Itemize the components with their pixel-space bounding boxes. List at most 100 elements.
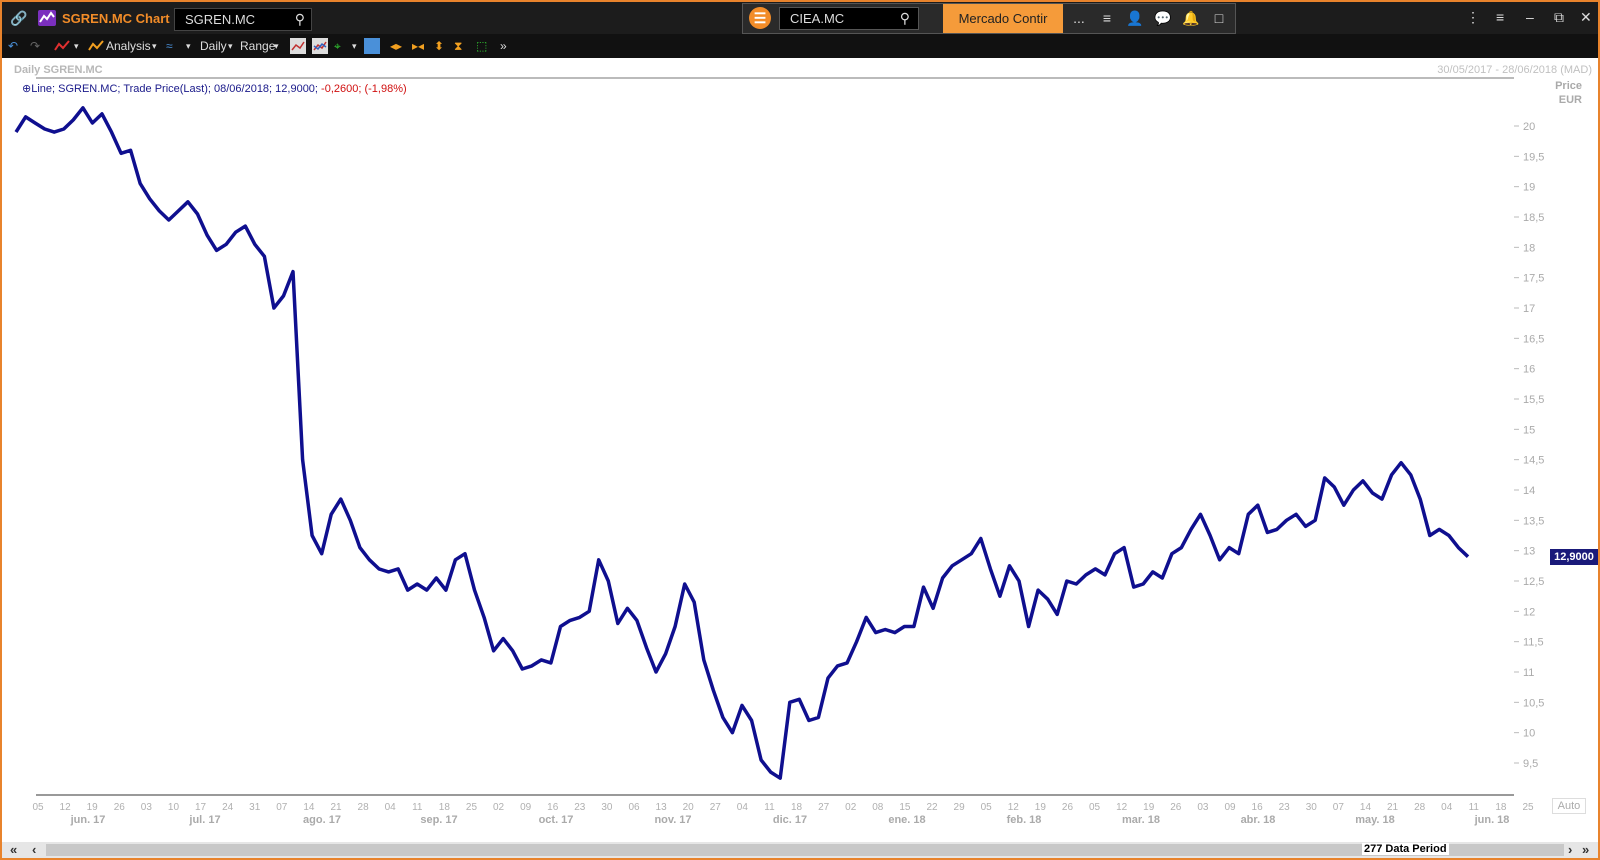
x-tick-label: 05 [32,802,44,813]
analysis-button[interactable]: Analysis [106,38,151,54]
select-region-icon[interactable]: ⬚ [476,38,487,54]
scroll-left-right-icon[interactable]: ◂▸ [390,38,402,54]
x-tick-label: 29 [954,802,966,813]
price-series-line [14,106,1470,780]
chevron-down-icon[interactable]: ▾ [74,38,79,54]
y-tick-label: 12,5 [1523,576,1544,588]
chevron-down-icon[interactable]: ▾ [228,38,233,54]
global-search-input[interactable]: CIEA.MC ⚲ [779,7,919,30]
y-tick-label: 18,5 [1523,212,1544,224]
ric-input[interactable]: SGREN.MC ⚲ [174,8,312,31]
time-scrollbar[interactable]: « ‹ 277 Data Period › » [2,842,1598,858]
hamburger-menu-icon[interactable]: ≡ [1496,9,1504,25]
more-tools-icon[interactable]: » [500,38,507,54]
compare-icon[interactable] [312,38,328,54]
chevron-down-icon[interactable]: ▾ [352,38,357,54]
x-tick-label: 05 [981,802,993,813]
x-tick-label: 11 [412,802,423,813]
app-title: SGREN.MC Chart [62,11,170,26]
x-tick-label: 14 [1360,802,1372,813]
x-tick-label: 26 [1170,802,1182,813]
y-tick-label: 13,5 [1523,515,1544,527]
x-month-label: abr. 18 [1241,814,1276,826]
x-month-label: may. 18 [1355,814,1395,826]
crosshair-icon[interactable]: ⌖ [334,38,341,54]
zoom-box-icon[interactable] [364,38,380,54]
user-icon[interactable]: 👤 [1121,4,1149,33]
scroll-start-icon[interactable]: « [10,842,17,857]
more-button[interactable]: ... [1065,4,1093,33]
restore-icon[interactable]: ⧉ [1554,9,1564,26]
line-style-icon[interactable] [54,38,70,54]
price-chart[interactable]: 20 19,5 19 18,5 18 17,5 17 16,5 16 15,5 15 14,5 14 13… [2,58,1598,842]
scrollbar-thumb[interactable] [46,844,1564,856]
x-tick-label: 21 [1387,802,1399,813]
mercado-tab[interactable]: Mercado Contir [943,4,1063,33]
chart-area[interactable]: Daily SGREN.MC 30/05/2017 - 28/06/2018 (… [2,58,1598,842]
expand-vertical-icon[interactable]: ⬍ [434,38,444,54]
x-tick-label: 12 [1116,802,1128,813]
interval-button[interactable]: Daily [200,38,227,54]
chart-type-icon[interactable] [290,38,306,54]
x-tick-label: 13 [656,802,668,813]
y-tick-label: 11,5 [1523,637,1544,649]
chat-icon[interactable]: 💬 [1149,4,1177,33]
search-icon[interactable]: ⚲ [900,10,910,27]
x-tick-label: 10 [168,802,180,813]
maximize-panel-icon[interactable]: □ [1205,4,1233,33]
y-tick-label: 10,5 [1523,697,1544,709]
global-search-value: CIEA.MC [790,11,845,26]
y-tick-label: 18 [1523,242,1535,254]
x-tick-label: 28 [358,802,370,813]
waves-icon[interactable]: ≈ [166,38,173,54]
layout-icon[interactable]: ⋮ [1466,9,1480,26]
x-tick-label: 04 [737,802,749,813]
x-tick-label: 26 [114,802,126,813]
y-tick-label: 15,5 [1523,394,1544,406]
y-tick-label: 9,5 [1523,758,1538,770]
x-month-label: ago. 17 [303,814,341,826]
x-tick-label: 20 [683,802,695,813]
scroll-right-icon[interactable]: › [1568,842,1572,857]
y-tick-label: 15 [1523,424,1535,436]
y-tick-label: 14 [1523,485,1535,497]
data-period-label: 277 Data Period [1362,843,1449,855]
bell-icon[interactable]: 🔔 [1177,4,1205,33]
y-tick-label: 16,5 [1523,333,1544,345]
search-icon[interactable]: ⚲ [295,11,305,28]
chevron-down-icon[interactable]: ▾ [274,38,279,54]
x-month-label: jul. 17 [188,814,220,826]
x-tick-label: 17 [195,802,207,813]
x-tick-label: 02 [845,802,857,813]
collapse-vertical-icon[interactable]: ⧗ [454,38,462,54]
close-icon[interactable]: ✕ [1580,9,1592,26]
x-tick-label: 12 [60,802,72,813]
analysis-icon[interactable] [88,38,104,54]
link-icon[interactable]: 🔗 [10,10,27,26]
scroll-left-icon[interactable]: ‹ [32,842,36,857]
auto-scale-button[interactable]: Auto [1552,798,1586,814]
collapse-horizontal-icon[interactable]: ▸◂ [412,38,424,54]
y-tick-label: 11 [1523,667,1534,679]
x-tick-label: 19 [87,802,99,813]
x-tick-label: 21 [330,802,342,813]
y-tick-label: 19,5 [1523,151,1544,163]
scroll-end-icon[interactable]: » [1582,842,1589,857]
redo-icon[interactable]: ↷ [30,38,40,54]
range-button[interactable]: Range [240,38,275,54]
eikon-logo-icon[interactable]: ☰ [749,7,771,29]
x-tick-label: 07 [1333,802,1345,813]
x-month-label: sep. 17 [420,814,457,826]
undo-icon[interactable]: ↶ [8,38,18,54]
x-month-label: mar. 18 [1122,814,1160,826]
x-tick-label: 27 [818,802,830,813]
x-tick-label: 18 [1495,802,1507,813]
chart-window: 🔗 SGREN.MC Chart SGREN.MC ⚲ ☰ CIEA.MC ⚲ … [0,0,1600,860]
chevron-down-icon[interactable]: ▾ [186,38,191,54]
chevron-down-icon[interactable]: ▾ [152,38,157,54]
minimize-icon[interactable]: – [1526,9,1534,25]
x-tick-label: 16 [1252,802,1264,813]
menu-icon[interactable]: ≡ [1093,4,1121,33]
x-month-label: jun. 18 [1474,814,1510,826]
y-tick-label: 14,5 [1523,455,1544,467]
